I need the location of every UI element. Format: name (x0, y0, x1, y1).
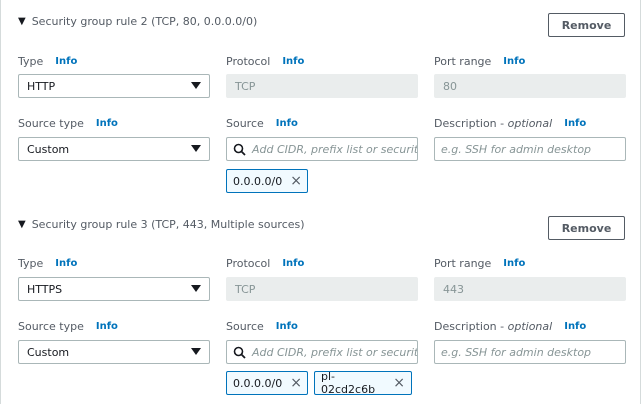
source-info-link[interactable]: Info (276, 321, 298, 332)
source-token-label: pl-02cd2c6b (321, 370, 376, 396)
caret-down-icon[interactable]: ▼ (18, 219, 26, 230)
port-range-field: 443 (434, 277, 626, 301)
description-info-link[interactable]: Info (564, 118, 586, 129)
source-search-input[interactable]: Add CIDR, prefix list or security group (226, 137, 418, 161)
port-range-field: 80 (434, 74, 626, 98)
description-placeholder: e.g. SSH for admin desktop (441, 142, 592, 156)
type-label: Type Info (18, 257, 78, 270)
chevron-down-icon (191, 348, 201, 355)
type-info-link[interactable]: Info (55, 258, 77, 269)
panel-right-border (640, 0, 641, 404)
panel-left-border (0, 0, 1, 404)
description-placeholder: e.g. SSH for admin desktop (441, 345, 592, 359)
port-range-info-link[interactable]: Info (503, 56, 525, 67)
search-icon (233, 346, 246, 359)
description-input[interactable]: e.g. SSH for admin desktop (434, 137, 626, 161)
type-select[interactable]: HTTP (18, 74, 210, 98)
source-token: 0.0.0.0/0 × (226, 371, 308, 395)
port-range-label: Port range Info (434, 55, 526, 68)
source-info-link[interactable]: Info (276, 118, 298, 129)
protocol-field: TCP (226, 277, 418, 301)
protocol-info-link[interactable]: Info (282, 258, 304, 269)
description-label: Description - optional Info (434, 117, 587, 130)
rule-2-title: Security group rule 2 (TCP, 80, 0.0.0.0/… (31, 15, 258, 28)
source-token: 0.0.0.0/0 × (226, 169, 308, 193)
source-label: Source Info (226, 320, 298, 333)
caret-down-icon[interactable]: ▼ (18, 16, 26, 27)
source-search-input[interactable]: Add CIDR, prefix list or security group (226, 340, 418, 364)
port-range-label: Port range Info (434, 257, 526, 270)
close-icon[interactable]: × (393, 376, 405, 390)
type-select-value: HTTPS (27, 282, 63, 296)
protocol-label: Protocol Info (226, 257, 305, 270)
source-type-info-link[interactable]: Info (96, 118, 118, 129)
type-label: Type Info (18, 55, 78, 68)
source-placeholder: Add CIDR, prefix list or security group (252, 142, 418, 156)
type-select[interactable]: HTTPS (18, 277, 210, 301)
description-info-link[interactable]: Info (564, 321, 586, 332)
type-select-value: HTTP (27, 79, 56, 93)
source-type-info-link[interactable]: Info (96, 321, 118, 332)
remove-rule-2-button[interactable]: Remove (548, 13, 625, 37)
port-range-info-link[interactable]: Info (503, 258, 525, 269)
close-icon[interactable]: × (290, 376, 302, 390)
source-type-label: Source type Info (18, 117, 118, 130)
chevron-down-icon (191, 285, 201, 292)
rule-2-header[interactable]: ▼ Security group rule 2 (TCP, 80, 0.0.0.… (18, 15, 257, 28)
type-info-link[interactable]: Info (55, 56, 77, 67)
description-label: Description - optional Info (434, 320, 587, 333)
rule-3-title: Security group rule 3 (TCP, 443, Multipl… (31, 218, 305, 231)
source-token-label: 0.0.0.0/0 (233, 376, 283, 390)
close-icon[interactable]: × (290, 174, 302, 188)
source-type-select[interactable]: Custom (18, 340, 210, 364)
rule-3-header[interactable]: ▼ Security group rule 3 (TCP, 443, Multi… (18, 218, 305, 231)
source-type-select-value: Custom (27, 345, 70, 359)
source-type-select-value: Custom (27, 142, 70, 156)
search-icon (233, 143, 246, 156)
source-token: pl-02cd2c6b × (314, 370, 412, 396)
remove-rule-3-button[interactable]: Remove (548, 216, 625, 240)
protocol-field: TCP (226, 74, 418, 98)
description-input[interactable]: e.g. SSH for admin desktop (434, 340, 626, 364)
protocol-label: Protocol Info (226, 55, 305, 68)
chevron-down-icon (191, 145, 201, 152)
source-placeholder: Add CIDR, prefix list or security group (252, 345, 418, 359)
chevron-down-icon (191, 82, 201, 89)
source-label: Source Info (226, 117, 298, 130)
source-token-label: 0.0.0.0/0 (233, 174, 283, 188)
protocol-info-link[interactable]: Info (282, 56, 304, 67)
source-type-select[interactable]: Custom (18, 137, 210, 161)
source-type-label: Source type Info (18, 320, 118, 333)
